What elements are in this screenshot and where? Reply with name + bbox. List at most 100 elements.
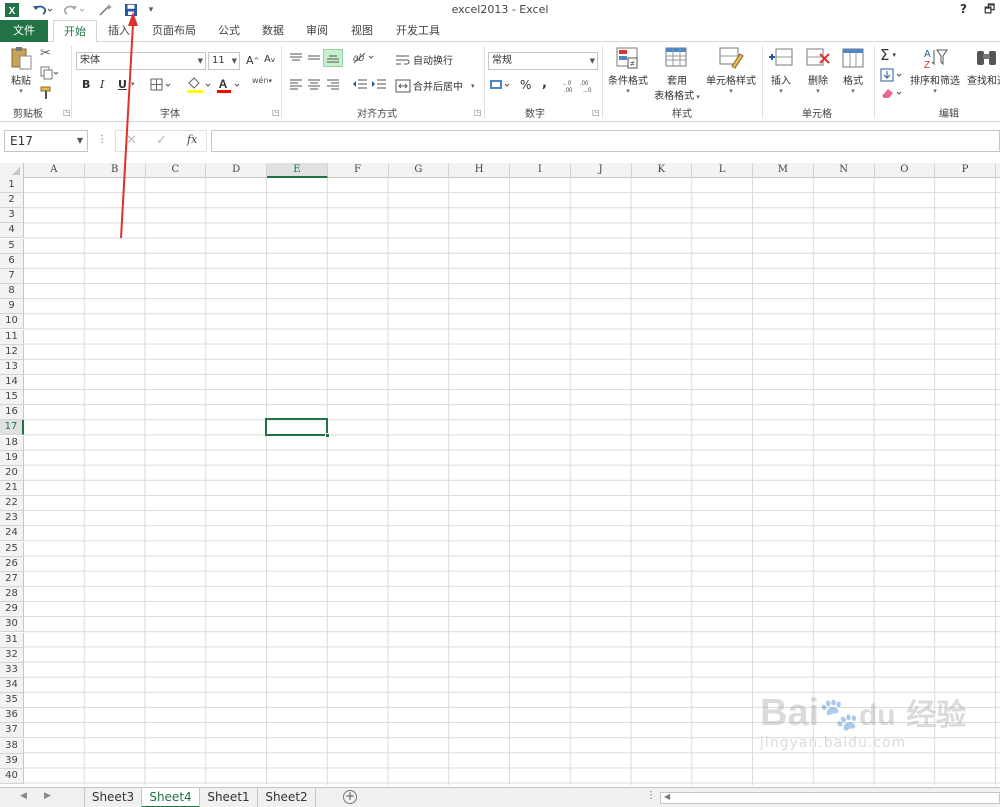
row-header-24[interactable]: 24 [0,526,24,542]
column-header-m[interactable]: M [753,163,814,178]
font-size-combo[interactable]: 11 ▼ [208,52,240,70]
sheet-nav-next-icon[interactable]: ▶ [44,791,51,801]
row-header-38[interactable]: 38 [0,738,24,754]
sheet-tab-sheet1[interactable]: Sheet1 [200,788,258,807]
column-header-f[interactable]: F [328,163,389,178]
column-header-h[interactable]: H [449,163,510,178]
row-header-13[interactable]: 13 [0,359,24,375]
help-button[interactable]: ? [960,2,967,16]
row-header-2[interactable]: 2 [0,193,24,209]
format-cells-button[interactable]: 格式 ▾ [838,46,868,95]
row-header-11[interactable]: 11 [0,329,24,345]
conditional-formatting-button[interactable]: ≠ 条件格式 ▾ [605,46,651,95]
tab-page-layout[interactable]: 页面布局 [148,20,200,42]
format-as-table-button[interactable]: 套用 表格格式 ▾ [653,46,701,102]
borders-button[interactable] [150,78,174,92]
tab-split-handle-icon[interactable]: ⋮ [646,790,656,801]
font-color-button[interactable]: A [216,76,244,94]
orientation-button[interactable]: ab [352,50,376,64]
delete-cells-button[interactable]: 删除 ▾ [803,46,833,95]
row-header-39[interactable]: 39 [0,753,24,769]
name-box[interactable]: E17 ▼ [4,130,88,152]
clipboard-launcher-icon[interactable]: ◳ [63,108,71,117]
active-cell[interactable] [265,418,330,438]
cancel-entry-button[interactable]: ✕ [126,133,137,148]
tab-file[interactable]: 文件 [0,20,48,42]
confirm-entry-button[interactable]: ✓ [156,133,167,148]
formula-bar-resize-icon[interactable]: ⋮ [97,134,107,145]
italic-button[interactable]: I [100,78,104,91]
increase-indent-button[interactable] [371,78,387,90]
fill-handle[interactable] [325,433,330,438]
sort-filter-button[interactable]: AZ 排序和筛选 ▾ [909,46,961,95]
alignment-launcher-icon[interactable]: ◳ [474,108,482,117]
row-header-4[interactable]: 4 [0,223,24,239]
shrink-font-button[interactable]: Av [264,54,275,65]
insert-cells-button[interactable]: 插入 ▾ [766,46,796,95]
row-header-3[interactable]: 3 [0,208,24,224]
column-header-k[interactable]: K [632,163,693,178]
underline-dropdown-icon[interactable]: ▾ [131,80,135,88]
copy-button[interactable] [40,66,58,80]
phonetic-button[interactable]: wén ▾ [252,76,272,85]
underline-button[interactable]: U [118,78,127,91]
row-header-20[interactable]: 20 [0,465,24,481]
sheet-nav-prev-icon[interactable]: ◀ [20,791,27,801]
format-painter-button[interactable] [40,86,54,100]
row-header-37[interactable]: 37 [0,723,24,739]
find-select-button[interactable]: 查找和选 [963,46,1000,87]
column-header-p[interactable]: P [935,163,996,178]
grow-font-button[interactable]: A ^ [246,54,259,67]
paste-dropdown-icon[interactable]: ▾ [6,87,36,95]
font-name-combo[interactable]: 宋体 ▼ [76,52,206,70]
row-header-40[interactable]: 40 [0,768,24,784]
tab-home[interactable]: 开始 [53,20,97,43]
row-header-7[interactable]: 7 [0,268,24,284]
column-header-e[interactable]: E [267,163,328,178]
insert-function-button[interactable]: fx [187,133,197,146]
row-header-27[interactable]: 27 [0,571,24,587]
row-header-22[interactable]: 22 [0,496,24,512]
sheet-tab-sheet4[interactable]: Sheet4 [142,788,200,807]
column-header-g[interactable]: G [389,163,450,178]
restore-button[interactable]: 🗗 [984,0,995,21]
bold-button[interactable]: B [82,78,90,91]
row-header-25[interactable]: 25 [0,541,24,557]
row-header-19[interactable]: 19 [0,450,24,466]
increase-decimal-button[interactable]: ←0.00 [562,79,578,93]
column-header-i[interactable]: I [510,163,571,178]
row-header-33[interactable]: 33 [0,662,24,678]
clear-button[interactable] [880,86,904,100]
column-header-o[interactable]: O [875,163,936,178]
sheet-tab-sheet2[interactable]: Sheet2 [258,788,316,807]
number-launcher-icon[interactable]: ◳ [592,108,600,117]
row-header-17[interactable]: 17 [0,420,24,436]
align-top-button[interactable] [289,52,303,64]
row-header-32[interactable]: 32 [0,647,24,663]
row-header-8[interactable]: 8 [0,284,24,300]
tab-formulas[interactable]: 公式 [212,20,246,42]
cell-styles-button[interactable]: 单元格样式 ▾ [704,46,758,95]
row-header-23[interactable]: 23 [0,511,24,527]
cut-button[interactable]: ✂ [40,46,51,61]
row-header-5[interactable]: 5 [0,238,24,254]
row-header-9[interactable]: 9 [0,299,24,315]
column-header-b[interactable]: B [85,163,146,178]
tab-insert[interactable]: 插入 [103,20,135,42]
row-header-29[interactable]: 29 [0,602,24,618]
row-header-15[interactable]: 15 [0,390,24,406]
row-header-12[interactable]: 12 [0,344,24,360]
scroll-left-icon[interactable]: ◀ [664,792,670,801]
percent-button[interactable]: % [520,78,531,92]
column-header-c[interactable]: C [146,163,207,178]
horizontal-scrollbar[interactable]: ◀ [660,792,1000,804]
row-header-6[interactable]: 6 [0,253,24,269]
column-header-l[interactable]: L [692,163,753,178]
column-header-d[interactable]: D [206,163,267,178]
fill-button[interactable] [880,68,904,82]
row-header-16[interactable]: 16 [0,405,24,421]
row-header-30[interactable]: 30 [0,617,24,633]
row-header-34[interactable]: 34 [0,677,24,693]
row-header-35[interactable]: 35 [0,693,24,709]
new-sheet-button[interactable]: + [343,790,357,804]
